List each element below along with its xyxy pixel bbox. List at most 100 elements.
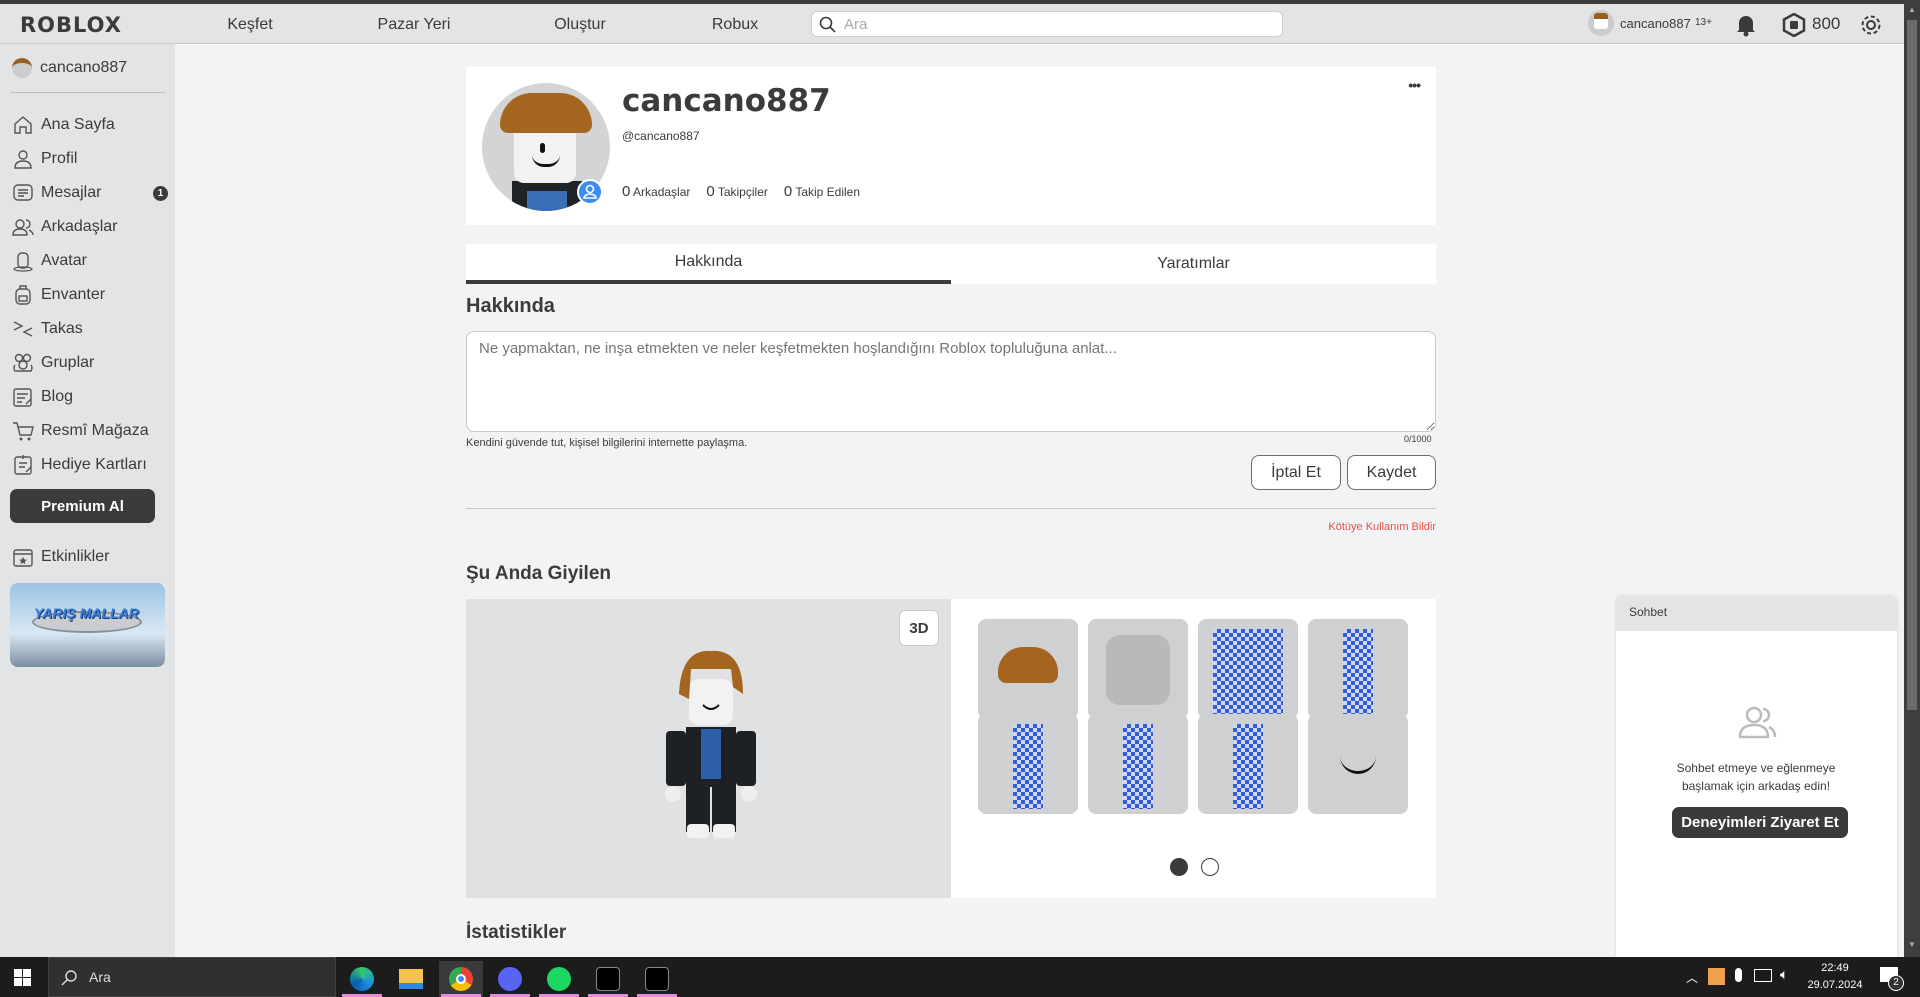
inventory-icon <box>15 285 31 305</box>
wearing-item-face[interactable] <box>1308 714 1408 814</box>
save-button[interactable]: Kaydet <box>1347 455 1436 490</box>
sidebar-item-label: Gruplar <box>41 354 95 371</box>
carousel-dot[interactable] <box>1201 858 1219 876</box>
sidebar-item-home[interactable]: Ana Sayfa <box>12 111 162 139</box>
trade-icon <box>13 321 33 337</box>
nav-marketplace[interactable]: Pazar Yeri <box>378 16 451 34</box>
calendar-icon <box>13 549 33 567</box>
tab-about[interactable]: Hakkında <box>466 244 951 284</box>
followers-stat[interactable]: 0 Takipçiler <box>706 183 767 200</box>
volume-icon[interactable]: 🔈︎ <box>1780 966 1788 983</box>
avatar-icon <box>13 252 33 272</box>
premium-button[interactable]: Premium Al <box>10 489 155 523</box>
sidebar-item-blog[interactable]: Blog <box>12 383 162 411</box>
sidebar-item-inventory[interactable]: Envanter <box>12 281 162 309</box>
friends-stat[interactable]: 0 Arkadaşlar <box>622 183 690 200</box>
tab-creations[interactable]: Yaratımlar <box>951 244 1436 284</box>
nav-create[interactable]: Oluştur <box>554 16 606 34</box>
char-counter: 0/1000 <box>1404 434 1432 444</box>
cancel-button[interactable]: İptal Et <box>1251 455 1341 490</box>
gift-card-icon <box>14 455 32 475</box>
unread-badge: 1 <box>153 186 168 201</box>
sidebar-item-store[interactable]: Resmî Mağaza <box>12 417 162 445</box>
sidebar-item-friends[interactable]: Arkadaşlar <box>12 213 162 241</box>
sidebar-item-label: Mesajlar <box>41 184 102 201</box>
wearing-item-left-leg[interactable] <box>1088 714 1188 814</box>
friends-icon <box>1738 706 1777 739</box>
about-textarea[interactable] <box>466 331 1436 432</box>
profile-header: cancano887 @cancano887 0 Arkadaşlar 0 Ta… <box>466 67 1436 225</box>
tray-app-icon[interactable] <box>1708 968 1725 985</box>
taskbar-search-label: Ara <box>89 969 111 985</box>
notifications-bell-icon[interactable] <box>1735 13 1757 37</box>
visit-experiences-button[interactable]: Deneyimleri Ziyaret Et <box>1672 807 1848 838</box>
wearing-items-panel <box>951 599 1436 898</box>
sidebar-item-profile[interactable]: Profil <box>12 145 162 173</box>
sidebar-item-avatar[interactable]: Avatar <box>12 247 162 275</box>
sidebar-item-gift-card[interactable]: Hediye Kartları <box>12 451 162 479</box>
nav-username[interactable]: cancano887 <box>1620 16 1691 31</box>
wearing-item-head[interactable] <box>1088 619 1188 719</box>
search-icon <box>61 970 77 986</box>
carousel-dot-active[interactable] <box>1170 858 1188 876</box>
taskbar-search[interactable]: Ara <box>48 957 336 997</box>
wearing-item-right-leg[interactable] <box>1198 714 1298 814</box>
chat-empty-message: Sohbet etmeye ve eğlenmeye başlamak için… <box>1676 761 1836 793</box>
arma-launcher-icon[interactable] <box>586 961 630 997</box>
chat-panel: Sohbet Sohbet etmeye ve eğlenmeye başlam… <box>1616 596 1897 957</box>
robux-icon[interactable] <box>1782 13 1806 37</box>
wearing-item-right-arm[interactable] <box>1308 619 1408 719</box>
sidebar-item-groups[interactable]: Gruplar <box>12 349 162 377</box>
sidebar-item-trade[interactable]: Takas <box>12 315 162 343</box>
sidebar-item-label: Hediye Kartları <box>41 456 147 473</box>
spotify-icon[interactable] <box>537 961 581 997</box>
sidebar-item-label: Profil <box>41 150 78 167</box>
sidebar-item-label: Avatar <box>41 252 87 269</box>
avatar-figure <box>665 650 757 838</box>
events-banner[interactable]: YARIŞ MALLAR <box>10 583 165 667</box>
windows-taskbar: Ara ︿ 🔈︎ 22:49 29.07.2024 2 <box>0 957 1920 997</box>
nav-robux[interactable]: Robux <box>712 16 758 34</box>
settings-gear-icon[interactable] <box>1858 12 1884 38</box>
sidebar-username: cancano887 <box>40 59 128 76</box>
username-handle: @cancano887 <box>622 129 700 143</box>
store-icon <box>13 422 34 441</box>
show-hidden-icons[interactable]: ︿ <box>1686 969 1698 986</box>
following-stat[interactable]: 0 Takip Edilen <box>784 183 860 200</box>
wearing-item-hair[interactable] <box>978 619 1078 719</box>
home-icon <box>14 116 32 134</box>
left-sidebar: cancano887 Ana Sayfa Profil Mesajlar 1 Arkad… <box>0 44 175 957</box>
wearing-item-shirt[interactable] <box>1198 619 1298 719</box>
sidebar-item-label: Arkadaşlar <box>41 218 118 235</box>
avatar-3d-view[interactable]: 3D <box>466 599 951 898</box>
more-options-icon[interactable]: ••• <box>1408 77 1421 93</box>
discord-icon[interactable] <box>488 961 532 997</box>
user-avatar[interactable] <box>1588 10 1614 36</box>
sidebar-item-messages[interactable]: Mesajlar 1 <box>12 179 168 207</box>
search-icon <box>819 16 836 33</box>
3d-toggle-button[interactable]: 3D <box>899 610 939 646</box>
network-icon[interactable] <box>1754 969 1772 982</box>
file-explorer-icon[interactable] <box>389 961 433 997</box>
currently-wearing-heading: Şu Anda Giyilen <box>466 563 611 584</box>
report-abuse-link[interactable]: Kötüye Kullanım Bildir <box>1328 521 1436 533</box>
page-scrollbar[interactable]: ▲ ▼ <box>1904 0 1920 957</box>
sidebar-item-label: Blog <box>41 388 74 405</box>
windows-start-icon[interactable] <box>14 969 31 986</box>
microphone-icon[interactable] <box>1735 968 1742 982</box>
display-name: cancano887 <box>622 83 831 119</box>
robux-balance[interactable]: 800 <box>1812 14 1840 34</box>
sidebar-user[interactable]: cancano887 <box>12 54 162 82</box>
chat-title[interactable]: Sohbet <box>1616 596 1897 631</box>
chrome-icon[interactable] <box>439 961 483 997</box>
wearing-item-left-arm[interactable] <box>978 714 1078 814</box>
search-input[interactable]: Ara <box>811 11 1283 37</box>
nav-discover[interactable]: Keşfet <box>227 16 272 34</box>
clock[interactable]: 22:49 29.07.2024 <box>1805 960 1865 994</box>
sidebar-item-events[interactable]: Etkinlikler <box>12 543 162 571</box>
safety-hint: Kendini güvende tut, kişisel bilgilerini… <box>466 437 748 449</box>
profile-icon <box>14 150 32 169</box>
arma-icon[interactable] <box>635 961 679 997</box>
edge-icon[interactable] <box>340 961 384 997</box>
roblox-logo[interactable]: ROBLOX <box>20 13 122 37</box>
